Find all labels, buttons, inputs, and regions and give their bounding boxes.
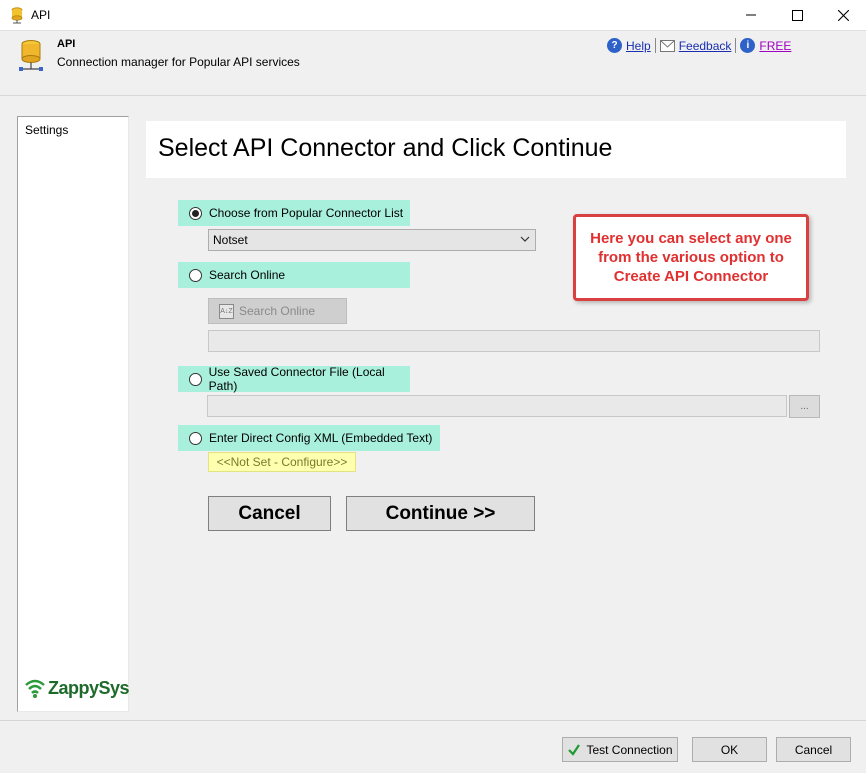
radio-search-online[interactable] [189, 268, 202, 282]
connector-select[interactable]: Notset [208, 229, 536, 251]
link-separator [654, 38, 656, 53]
envelope-icon [659, 39, 675, 52]
option-label: Use Saved Connector File (Local Path) [208, 365, 385, 393]
help-link[interactable]: Help [626, 39, 651, 53]
option-label: Enter Direct Config XML (Embedded Text) [209, 431, 433, 445]
radio-saved-file[interactable] [189, 372, 202, 386]
sidebar-item-settings[interactable]: Settings [25, 123, 68, 137]
option-saved-file[interactable]: Use Saved Connector File (Local Path) [178, 365, 410, 393]
feedback-link[interactable]: Feedback [679, 39, 732, 53]
logo-text: ZappySys [48, 678, 130, 698]
search-online-button[interactable]: A↓Z Search Online [208, 298, 347, 324]
window-title: API [31, 8, 51, 22]
zappysys-logo: ZappySys [24, 678, 130, 699]
configure-link[interactable]: <<Not Set - Configure>> [208, 452, 356, 472]
footer-cancel-button[interactable]: Cancel [776, 737, 851, 762]
callout-text: Here you can select any one from the var… [590, 230, 792, 285]
maximize-icon [791, 9, 803, 21]
page-title: Select API Connector and Click Continue [158, 134, 613, 162]
header-title: API [57, 38, 76, 50]
option-label: Search Online [209, 268, 286, 282]
close-button[interactable] [820, 0, 866, 30]
minimize-button[interactable] [728, 0, 774, 30]
link-separator [735, 38, 737, 53]
dialog-header: API Connection manager for Popular API s… [0, 31, 866, 96]
connector-select-value: Notset [213, 233, 248, 247]
wifi-logo-icon [25, 679, 45, 698]
ok-button[interactable]: OK [692, 737, 767, 762]
local-path-field[interactable] [207, 395, 787, 417]
maximize-button[interactable] [774, 0, 820, 30]
radio-direct-xml[interactable] [189, 431, 202, 445]
browse-button[interactable]: ... [789, 395, 820, 418]
option-direct-xml[interactable]: Enter Direct Config XML (Embedded Text) [178, 425, 440, 451]
page-heading: Select API Connector and Click Continue [146, 121, 846, 178]
title-bar: API [0, 0, 866, 31]
search-online-field[interactable] [208, 330, 820, 352]
test-connection-button[interactable]: Test Connection [562, 737, 678, 762]
chevron-down-icon [520, 236, 530, 242]
header-links: ? Help Feedback i FREE [607, 38, 791, 53]
help-icon: ? [607, 38, 622, 53]
info-icon: i [740, 38, 756, 53]
database-connection-icon [19, 40, 43, 71]
radio-popular-list[interactable] [189, 206, 202, 220]
option-search-online[interactable]: Search Online [178, 262, 410, 288]
close-icon [837, 9, 849, 21]
header-subtitle: Connection manager for Popular API servi… [57, 55, 300, 69]
option-popular-list[interactable]: Choose from Popular Connector List [178, 200, 410, 226]
annotation-callout: Here you can select any one from the var… [573, 214, 809, 301]
sort-az-icon: A↓Z [219, 303, 234, 319]
option-label: Choose from Popular Connector List [209, 206, 404, 220]
checkmark-icon [568, 743, 581, 756]
test-connection-label: Test Connection [586, 742, 673, 757]
search-online-button-label: Search Online [239, 304, 316, 318]
free-link[interactable]: FREE [759, 39, 791, 53]
minimize-icon [746, 14, 756, 16]
cancel-button[interactable]: Cancel [208, 496, 331, 531]
database-icon [11, 7, 23, 24]
continue-button[interactable]: Continue >> [346, 496, 535, 531]
sidebar: Settings ZappySys [17, 116, 130, 712]
footer-divider [0, 720, 866, 721]
